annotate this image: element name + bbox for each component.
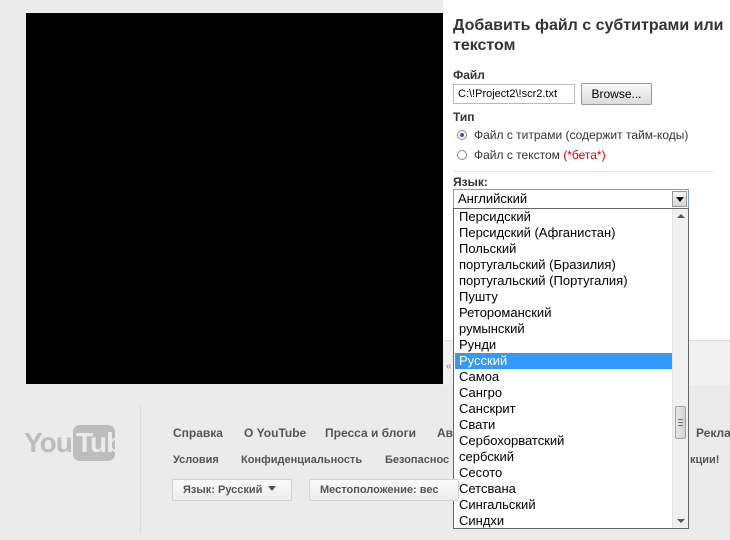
file-label: Файл [453,68,485,82]
type-label: Тип [453,110,475,124]
radio-unchecked-icon[interactable] [457,150,467,160]
language-option[interactable]: Санскрит [455,401,673,417]
video-player[interactable] [26,13,443,384]
language-option[interactable]: сербский [455,449,673,465]
footer-divider [140,404,141,534]
dropdown-scrollbar[interactable] [672,209,688,528]
language-option[interactable]: Персидский [455,209,673,225]
language-select[interactable]: Английский [453,189,689,209]
language-dropdown-list[interactable]: Персидский Персидский (Афганистан) Польс… [453,208,689,529]
footer-link-help[interactable]: Справка [173,426,223,440]
logo-tube-text: Tube [76,427,138,458]
type-option-label: Файл с текстом [474,148,560,162]
beta-badge: (*бета*) [563,148,606,162]
footer-link-authors[interactable]: Ав [437,426,453,440]
language-option[interactable]: Сербохорватский [455,433,673,449]
language-option[interactable]: Рунди [455,337,673,353]
logo-tube-box: Tube [73,425,138,461]
footer-link-about[interactable]: О YouTube [244,426,306,440]
language-option[interactable]: Самоа [455,369,673,385]
language-option-highlighted[interactable]: Русский [455,353,673,369]
language-option[interactable]: португальский (Португалия) [455,273,673,289]
chevron-down-icon[interactable] [672,191,687,207]
footer-link-advertising[interactable]: Рекла [696,426,730,440]
file-path-input[interactable]: C:\!Project2\!scr2.txt [453,84,575,104]
footer-location-button[interactable]: Местоположение: вес [309,479,459,501]
chevron-down-icon [268,486,277,491]
collapse-arrow-icon[interactable]: « [446,361,452,372]
language-option[interactable]: Сетсвана [455,481,673,497]
language-label: Язык: [453,175,488,189]
language-option[interactable]: Свати [455,417,673,433]
footer-link-terms[interactable]: Условия [173,454,219,466]
footer-language-button[interactable]: Язык: Русский [172,479,292,501]
dialog-title: Добавить файл с субтитрами или текстом [453,17,724,54]
footer-link-privacy[interactable]: Конфиденциальность [241,454,362,466]
language-option[interactable]: португальский (Бразилия) [455,257,673,273]
divider [453,171,713,172]
language-option[interactable]: Сесото [455,465,673,481]
grip-line [678,419,683,420]
scrollbar-thumb[interactable] [675,406,686,439]
language-select-value: Английский [458,191,528,206]
type-option-label: Файл с титрами (содержит тайм-коды) [474,128,689,142]
grip-line [678,422,683,423]
language-option[interactable]: Польский [455,241,673,257]
radio-checked-icon[interactable] [457,130,467,140]
scroll-up-arrow-icon[interactable] [677,214,685,218]
grip-line [678,425,683,426]
browse-button[interactable]: Browse... [581,83,652,105]
footer-link-safety[interactable]: Безопаснос [385,454,449,466]
footer-link-new-features[interactable]: кции! [690,454,719,466]
type-option-transcript[interactable]: Файл с текстом (*бета*) [457,148,606,162]
footer-location-label: Местоположение: вес [320,484,439,496]
language-option[interactable]: Сингальский [455,497,673,513]
footer-link-press[interactable]: Пресса и блоги [325,426,416,440]
footer-language-label: Язык: Русский [183,484,263,496]
scroll-down-arrow-icon[interactable] [677,519,685,523]
language-option[interactable]: Пушту [455,289,673,305]
language-option[interactable]: Персидский (Афганистан) [455,225,673,241]
language-option[interactable]: румынский [455,321,673,337]
language-option[interactable]: Сангро [455,385,673,401]
language-option[interactable]: Синдхи [455,513,673,528]
language-option[interactable]: Ретороманский [455,305,673,321]
type-option-captions[interactable]: Файл с титрами (содержит тайм-коды) [457,128,688,142]
logo-you-text: You [24,427,73,458]
